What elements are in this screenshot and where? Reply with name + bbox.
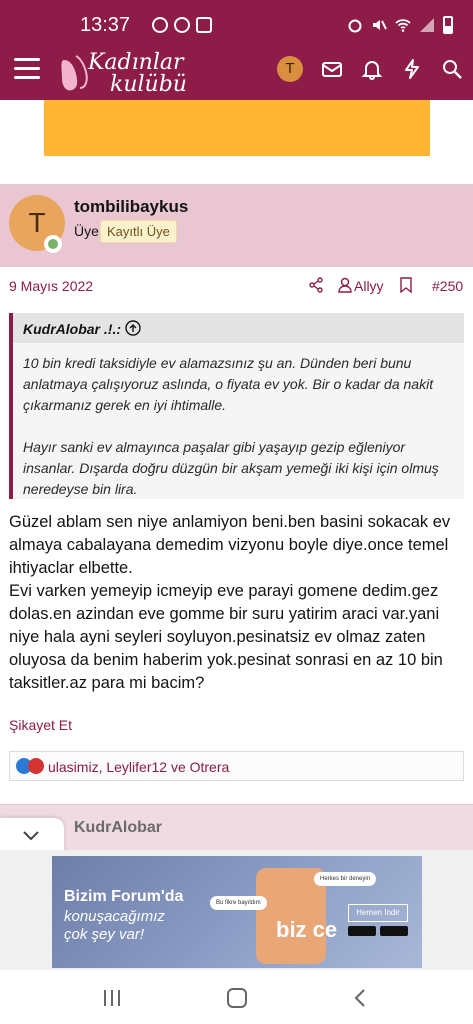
status-bar: 13:37 bbox=[0, 0, 473, 48]
lightning-icon[interactable] bbox=[401, 58, 423, 80]
wifi-icon bbox=[395, 19, 411, 32]
online-status-indicator bbox=[44, 235, 62, 253]
ballet-shoe-logo-icon bbox=[61, 55, 88, 91]
menu-icon[interactable] bbox=[14, 58, 40, 80]
post-meta: 9 Mayıs 2022 Allyy #250 bbox=[0, 267, 473, 301]
love-reaction-icon bbox=[28, 758, 44, 774]
ad-creative[interactable]: Bizim Forum'da konuşacağımız çok şey var… bbox=[52, 856, 422, 968]
status-time: 13:37 bbox=[80, 14, 131, 36]
status-system-icons bbox=[347, 16, 453, 34]
report-link[interactable]: Şikayet Et bbox=[9, 717, 72, 733]
reactions-bar[interactable]: ulasimiz, Leylifer12 ve Otrera bbox=[9, 751, 464, 781]
quote-author[interactable]: KudrAlobar .!.: bbox=[23, 321, 121, 337]
ad-headline: Bizim Forum'da bbox=[64, 888, 184, 905]
share-icon[interactable] bbox=[308, 277, 324, 293]
logo-text-line2: kulübü bbox=[110, 72, 187, 97]
notification-icon bbox=[196, 17, 212, 33]
notification-icon bbox=[174, 17, 190, 33]
ad-text: konuşacağımız bbox=[64, 908, 165, 925]
mute-icon bbox=[373, 20, 387, 30]
ad-download-button[interactable]: Hemen İndir bbox=[348, 904, 408, 922]
system-navigation-bar bbox=[0, 970, 473, 1024]
ad-text: çok şey var! bbox=[64, 926, 145, 943]
message-paragraph: Evi varken yemeyip icmeyip eve parayi go… bbox=[9, 582, 443, 692]
quoted-user-link[interactable]: Allyy bbox=[354, 278, 384, 294]
ad-chat-bubble: Bu fikre bayıldım bbox=[210, 896, 267, 910]
ad-brand-logo: biz ce bbox=[276, 917, 338, 942]
notification-icon bbox=[152, 17, 168, 33]
post-date[interactable]: 9 Mayıs 2022 bbox=[9, 278, 93, 294]
signal-icon bbox=[420, 18, 434, 32]
bookmark-icon[interactable] bbox=[400, 277, 412, 293]
quote-block: KudrAlobar .!.: 10 bin kredi taksidiyle … bbox=[9, 313, 464, 499]
user-icon bbox=[338, 277, 352, 293]
bell-icon[interactable] bbox=[361, 58, 383, 80]
google-play-badge[interactable] bbox=[380, 926, 408, 936]
quote-header: KudrAlobar .!.: bbox=[13, 313, 464, 343]
reactions-users[interactable]: ulasimiz, Leylifer12 ve Otrera bbox=[48, 759, 229, 775]
member-badge: Kayıtlı Üye bbox=[100, 220, 177, 243]
search-icon[interactable] bbox=[441, 58, 463, 80]
chevron-down-icon bbox=[23, 831, 39, 841]
post-message: Güzel ablam sen niye anlamiyon beni.ben … bbox=[9, 511, 467, 695]
home-icon[interactable] bbox=[227, 988, 247, 1008]
bottom-advertisement[interactable]: Bizim Forum'da konuşacağımız çok şey var… bbox=[0, 850, 473, 970]
next-post-username[interactable]: KudrAlobar bbox=[74, 819, 162, 837]
quote-paragraph: 10 bin kredi taksidiyle ev alamazsınız ş… bbox=[23, 355, 434, 413]
quote-text: 10 bin kredi taksidiyle ev alamazsınız ş… bbox=[23, 353, 453, 500]
app-header: 13:37 Kadınlar kulübü T bbox=[0, 0, 473, 100]
quote-paragraph: Hayır sanki ev almayınca paşalar gibi ya… bbox=[23, 439, 439, 497]
ad-chat-bubble: Herkes bir deneyin bbox=[314, 872, 377, 886]
message-paragraph: Güzel ablam sen niye anlamiyon beni.ben … bbox=[9, 513, 451, 577]
recent-apps-icon[interactable] bbox=[104, 990, 124, 1006]
jump-to-quote-icon[interactable] bbox=[125, 320, 141, 336]
header-actions: T bbox=[277, 56, 463, 82]
account-avatar[interactable]: T bbox=[277, 56, 303, 82]
post-number[interactable]: #250 bbox=[432, 278, 463, 294]
status-notification-icons bbox=[152, 17, 212, 33]
back-icon[interactable] bbox=[352, 988, 368, 1008]
post-author-header: T tombilibaykus Üye Kayıtlı Üye bbox=[0, 185, 473, 267]
advertisement-banner[interactable] bbox=[44, 100, 430, 156]
site-logo[interactable]: Kadınlar kulübü bbox=[58, 48, 198, 98]
app-store-badge[interactable] bbox=[348, 926, 376, 936]
author-username[interactable]: tombilibaykus bbox=[74, 197, 188, 217]
forum-post: T tombilibaykus Üye Kayıtlı Üye 9 Mayıs … bbox=[0, 184, 473, 794]
inbox-icon[interactable] bbox=[321, 58, 343, 80]
battery-icon bbox=[443, 16, 453, 34]
author-role: Üye bbox=[74, 223, 99, 239]
alarm-icon bbox=[348, 19, 362, 33]
